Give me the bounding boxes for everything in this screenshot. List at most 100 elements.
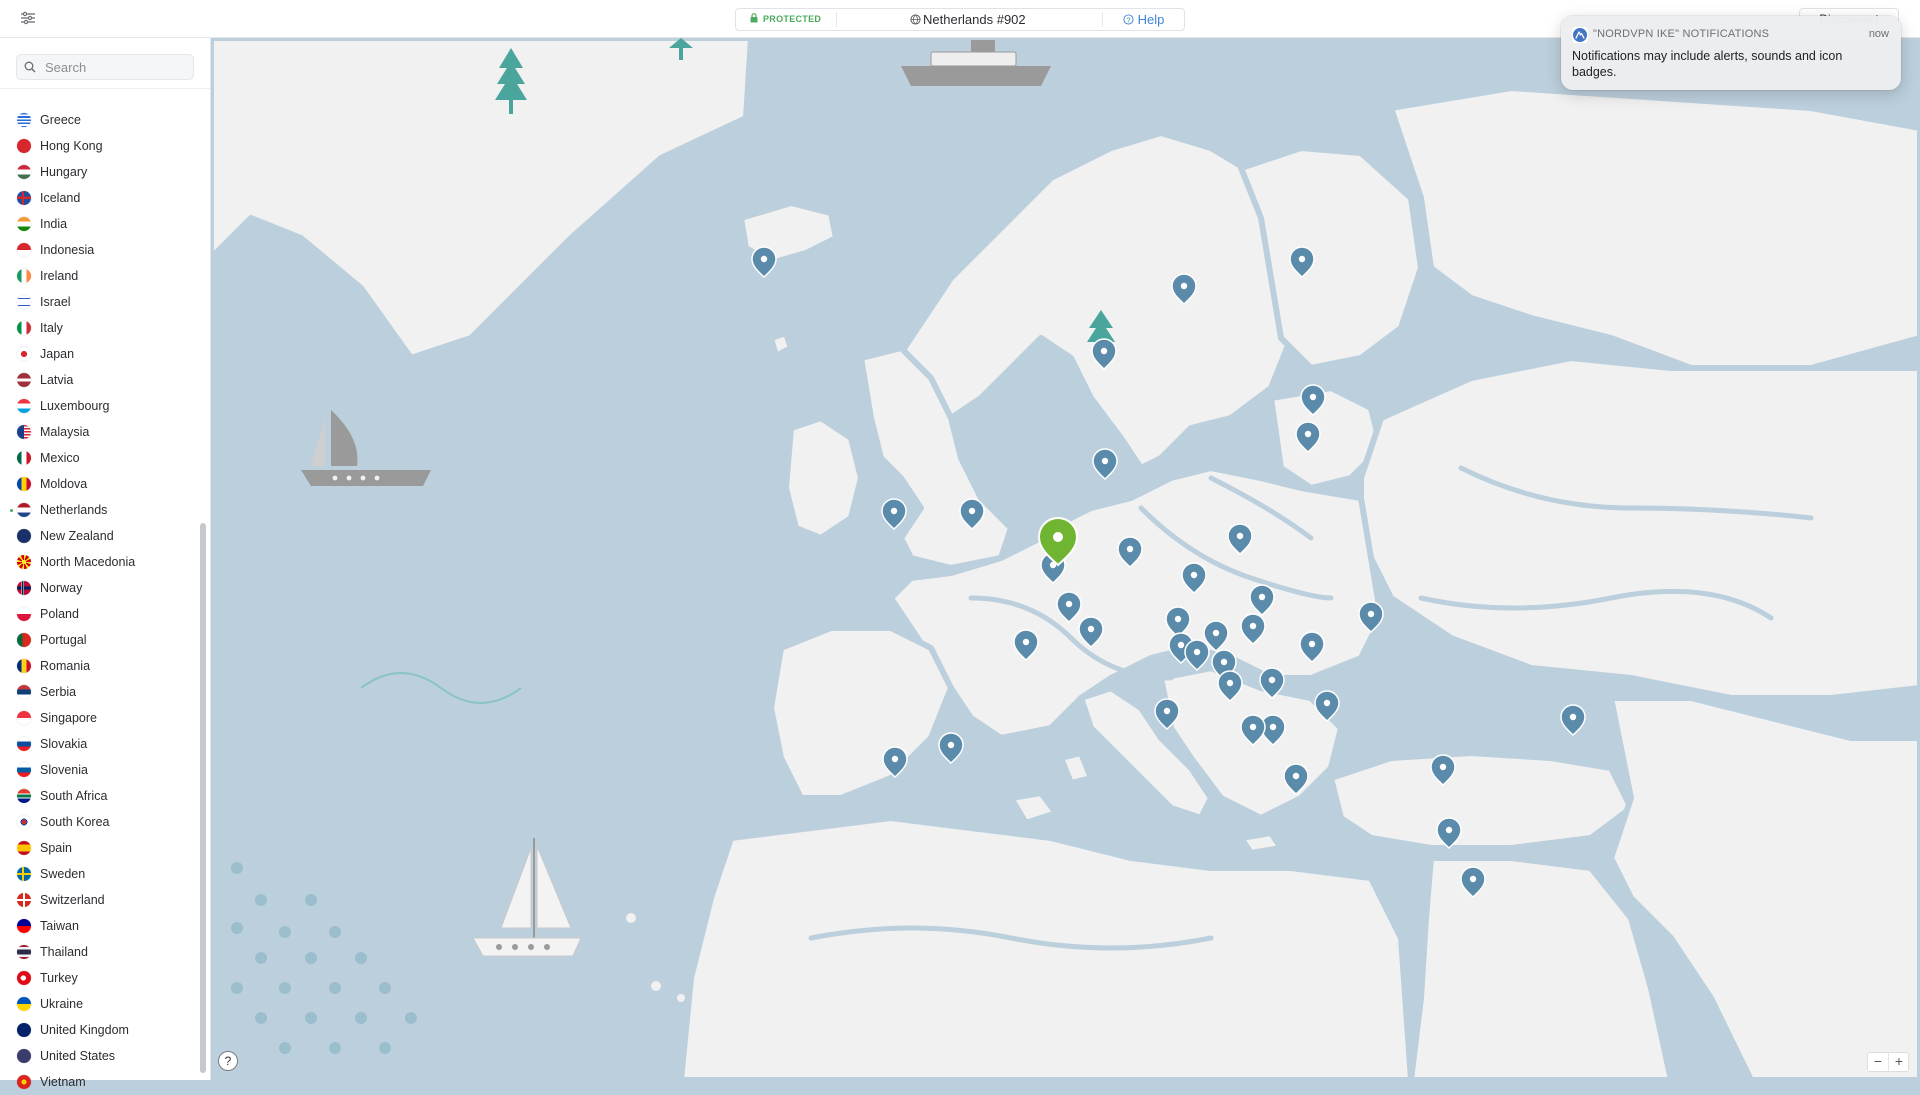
- za-flag-icon: [17, 789, 31, 803]
- md-flag-icon: [17, 477, 31, 491]
- country-label: United States: [40, 1049, 116, 1063]
- tr-flag-icon: [17, 971, 31, 985]
- country-item-vietnam[interactable]: Vietnam: [0, 1069, 196, 1095]
- country-label: Spain: [40, 841, 72, 855]
- country-item-serbia[interactable]: Serbia: [0, 679, 196, 705]
- country-item-united-kingdom[interactable]: United Kingdom: [0, 1017, 196, 1043]
- country-label: Norway: [40, 581, 83, 595]
- country-item-north-macedonia[interactable]: North Macedonia: [0, 549, 196, 575]
- country-item-switzerland[interactable]: Switzerland: [0, 887, 196, 913]
- country-item-sweden[interactable]: Sweden: [0, 861, 196, 887]
- globe-icon: [910, 13, 921, 28]
- rs-flag-icon: [17, 685, 31, 699]
- help-label: Help: [1137, 12, 1165, 27]
- ie-flag-icon: [17, 269, 31, 283]
- country-item-india[interactable]: India: [0, 211, 196, 237]
- country-item-israel[interactable]: Israel: [0, 289, 196, 315]
- scrollbar-thumb[interactable]: [200, 523, 206, 1073]
- country-item-ireland[interactable]: Ireland: [0, 263, 196, 289]
- country-label: Turkey: [40, 971, 78, 985]
- ua-flag-icon: [17, 997, 31, 1011]
- country-item-new-zealand[interactable]: New Zealand: [0, 523, 196, 549]
- system-notification[interactable]: "NORDVPN IKE" NOTIFICATIONS now Notifica…: [1561, 16, 1901, 90]
- country-item-south-korea[interactable]: South Korea: [0, 809, 196, 835]
- nz-flag-icon: [17, 529, 31, 543]
- id-flag-icon: [17, 243, 31, 257]
- country-item-mexico[interactable]: Mexico: [0, 445, 196, 471]
- lv-flag-icon: [17, 373, 31, 387]
- sidebar: Greece Hong Kong Hungary Iceland India Indone…: [0, 38, 211, 1089]
- notification-time: now: [1868, 28, 1889, 40]
- country-item-greece[interactable]: Greece: [0, 107, 196, 133]
- map-canvas[interactable]: [208, 35, 1920, 1083]
- search-box[interactable]: [16, 54, 194, 80]
- vn-flag-icon: [17, 1075, 31, 1089]
- search-icon: [24, 61, 36, 73]
- server-name[interactable]: Netherlands #902: [910, 12, 1026, 28]
- country-label: Thailand: [40, 945, 88, 959]
- country-label: Poland: [40, 607, 79, 621]
- is-flag-icon: [17, 191, 31, 205]
- country-label: Hong Kong: [40, 139, 103, 153]
- country-item-latvia[interactable]: Latvia: [0, 367, 196, 393]
- country-item-norway[interactable]: Norway: [0, 575, 196, 601]
- country-item-romania[interactable]: Romania: [0, 653, 196, 679]
- in-flag-icon: [17, 217, 31, 231]
- country-item-iceland[interactable]: Iceland: [0, 185, 196, 211]
- pl-flag-icon: [17, 607, 31, 621]
- country-label: Iceland: [40, 191, 81, 205]
- country-item-turkey[interactable]: Turkey: [0, 965, 196, 991]
- country-label: Mexico: [40, 451, 80, 465]
- country-item-indonesia[interactable]: Indonesia: [0, 237, 196, 263]
- country-label: Ukraine: [40, 997, 84, 1011]
- zoom-in-button[interactable]: +: [1888, 1053, 1909, 1071]
- country-label: Slovakia: [40, 737, 88, 751]
- country-item-south-africa[interactable]: South Africa: [0, 783, 196, 809]
- si-flag-icon: [17, 763, 31, 777]
- country-item-taiwan[interactable]: Taiwan: [0, 913, 196, 939]
- gb-flag-icon: [17, 1023, 31, 1037]
- country-item-singapore[interactable]: Singapore: [0, 705, 196, 731]
- ch-flag-icon: [17, 893, 31, 907]
- country-item-italy[interactable]: Italy: [0, 315, 196, 341]
- gr-flag-icon: [17, 113, 31, 127]
- nordvpn-app-icon: [1572, 27, 1588, 43]
- country-item-united-states[interactable]: United States: [0, 1043, 196, 1069]
- country-label: Slovenia: [40, 763, 88, 777]
- protected-status: PROTECTED: [750, 13, 821, 25]
- country-item-ukraine[interactable]: Ukraine: [0, 991, 196, 1017]
- status-divider: [836, 12, 837, 27]
- search-input[interactable]: [43, 57, 187, 77]
- zoom-out-button[interactable]: −: [1868, 1053, 1888, 1071]
- country-list: Greece Hong Kong Hungary Iceland India Indone…: [0, 107, 196, 1095]
- world-map[interactable]: [208, 35, 1920, 1083]
- sk-flag-icon: [17, 737, 31, 751]
- country-item-slovakia[interactable]: Slovakia: [0, 731, 196, 757]
- sliders-menu-icon[interactable]: [20, 10, 36, 26]
- country-item-japan[interactable]: Japan: [0, 341, 196, 367]
- country-item-poland[interactable]: Poland: [0, 601, 196, 627]
- notification-body: Notifications may include alerts, sounds…: [1572, 49, 1843, 79]
- country-item-luxembourg[interactable]: Luxembourg: [0, 393, 196, 419]
- country-label: Hungary: [40, 165, 88, 179]
- scrollbar[interactable]: [196, 90, 210, 1080]
- lu-flag-icon: [17, 399, 31, 413]
- country-item-malaysia[interactable]: Malaysia: [0, 419, 196, 445]
- help-button[interactable]: ?: [218, 1051, 238, 1071]
- country-item-hungary[interactable]: Hungary: [0, 159, 196, 185]
- country-label: Vietnam: [40, 1075, 86, 1089]
- help-link[interactable]: ? Help: [1123, 12, 1164, 27]
- country-item-spain[interactable]: Spain: [0, 835, 196, 861]
- us-flag-icon: [17, 1049, 31, 1063]
- country-item-moldova[interactable]: Moldova: [0, 471, 196, 497]
- lock-icon: [750, 13, 758, 25]
- help-circle-icon: ?: [1123, 12, 1138, 27]
- country-item-portugal[interactable]: Portugal: [0, 627, 196, 653]
- country-item-hong-kong[interactable]: Hong Kong: [0, 133, 196, 159]
- country-item-slovenia[interactable]: Slovenia: [0, 757, 196, 783]
- se-flag-icon: [17, 867, 31, 881]
- country-item-thailand[interactable]: Thailand: [0, 939, 196, 965]
- status-divider: [1102, 12, 1103, 27]
- country-item-netherlands[interactable]: Netherlands: [0, 497, 196, 523]
- pt-flag-icon: [17, 633, 31, 647]
